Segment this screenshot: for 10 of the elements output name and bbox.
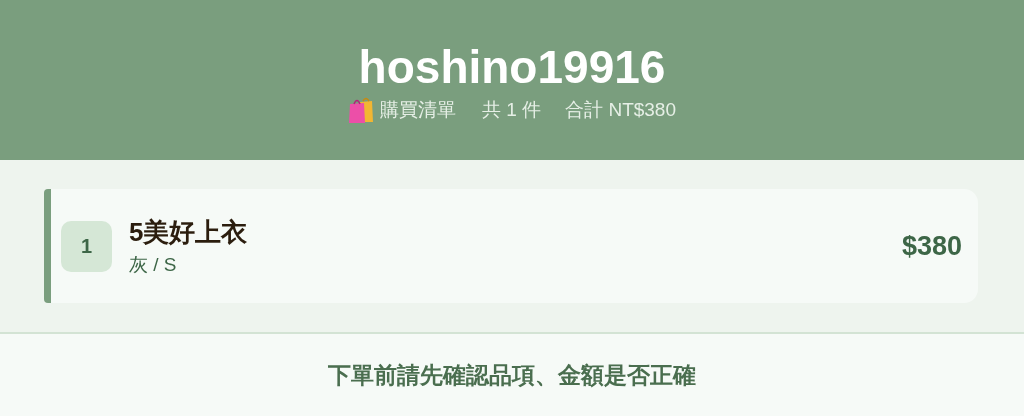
item-index: 1 — [61, 220, 112, 272]
item-price: $380 — [901, 230, 962, 262]
total-amount: 合計 NT$380 — [565, 98, 676, 122]
footer-notice: 下單前請先確認品項、金額是否正確 — [328, 360, 696, 390]
shopping-bags-icon — [348, 96, 374, 124]
item-variant: 灰 / S — [129, 252, 178, 277]
username-title: hoshino19916 — [358, 40, 666, 94]
item-name: 5美好上衣 — [129, 215, 249, 249]
list-label: 購買清單 — [380, 98, 456, 122]
item-count: 共 1 件 — [482, 98, 542, 122]
